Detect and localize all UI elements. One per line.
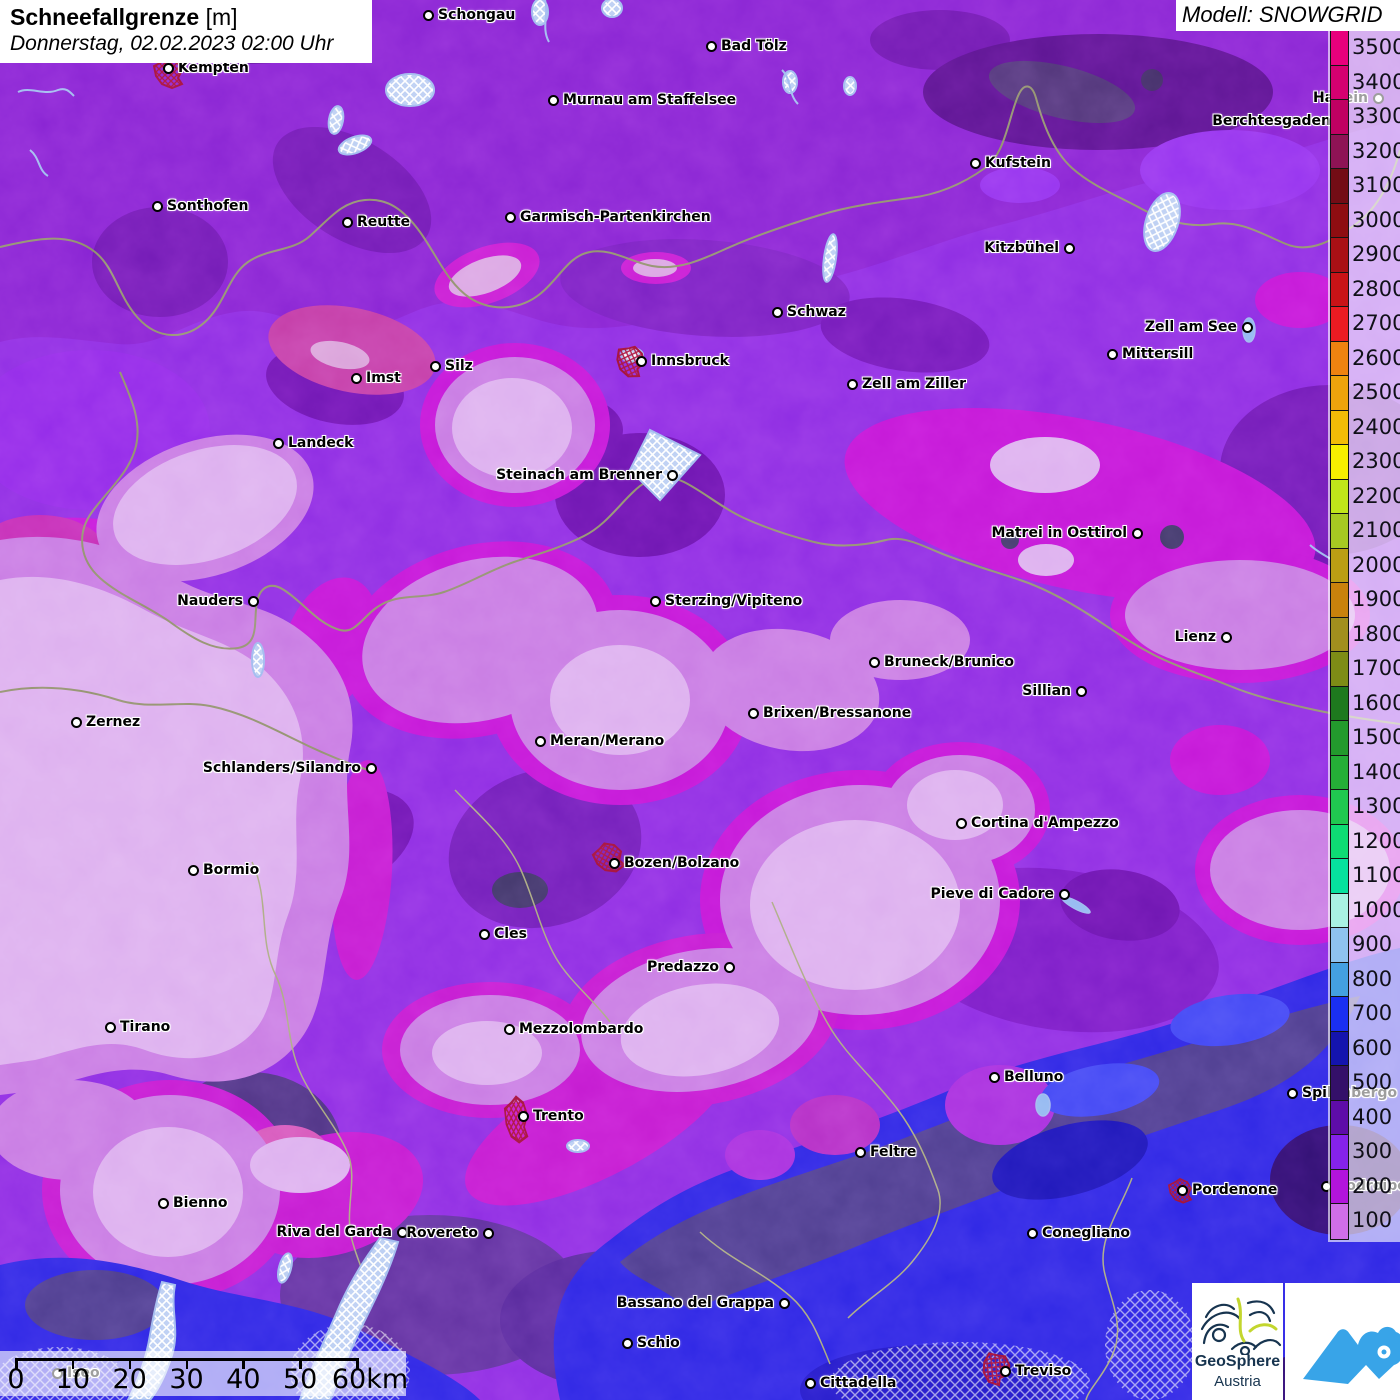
snowline-map (0, 0, 1400, 1400)
legend-tick-label: 1800 (1352, 621, 1400, 646)
legend-tick-label: 200 (1352, 1173, 1393, 1198)
weather-map-screenshot: Schongau Bad Tölz Kempten Murnau am Staffel… (0, 0, 1400, 1400)
map-title-text: Schneefallgrenze (10, 4, 200, 30)
partner-logo (1285, 1283, 1400, 1400)
legend-segment (1331, 514, 1348, 549)
legend-tick-label: 1600 (1352, 690, 1400, 715)
legend-tick-label: 600 (1352, 1035, 1393, 1060)
legend-segment (1331, 928, 1348, 963)
legend-segment (1331, 548, 1348, 583)
legend-tick-label: 3100 (1352, 173, 1400, 198)
legend-segment (1331, 1100, 1348, 1135)
legend-segment (1331, 445, 1348, 480)
legend-segment (1331, 238, 1348, 273)
legend-segment (1331, 997, 1348, 1032)
legend-tick-label: 2600 (1352, 345, 1400, 370)
geosphere-logo-line1: GeoSphere (1194, 1353, 1281, 1370)
legend-tick-label: 500 (1352, 1070, 1393, 1095)
geosphere-austria-logo: GeoSphere Austria (1192, 1283, 1283, 1400)
legend-segment (1331, 583, 1348, 618)
legend-segment (1331, 31, 1348, 66)
legend-segment (1331, 479, 1348, 514)
legend-segment (1331, 1135, 1348, 1170)
legend-tick-label: 2900 (1352, 242, 1400, 267)
legend-tick-label: 3000 (1352, 207, 1400, 232)
legend-tick-label: 3200 (1352, 138, 1400, 163)
legend-segment (1331, 721, 1348, 756)
legend-tick-label: 800 (1352, 966, 1393, 991)
geosphere-logo-text: GeoSphere Austria (1192, 1353, 1283, 1390)
legend-segment (1331, 1031, 1348, 1066)
geosphere-logo-line2: Austria (1214, 1373, 1261, 1390)
legend-segment (1331, 1169, 1348, 1204)
title-box: Schneefallgrenze [m] Donnerstag, 02.02.2… (0, 0, 372, 63)
legend-segment (1331, 203, 1348, 238)
legend-segment (1331, 790, 1348, 825)
legend-tick-label: 100 (1352, 1208, 1393, 1233)
legend-segment (1331, 65, 1348, 100)
legend-segment (1331, 169, 1348, 204)
legend-segment (1331, 376, 1348, 411)
legend-tick-label: 1500 (1352, 725, 1400, 750)
map-title: Schneefallgrenze [m] (10, 4, 362, 31)
legend-tick-label: 2100 (1352, 518, 1400, 543)
legend-segment (1331, 617, 1348, 652)
model-box: Modell: SNOWGRID (1176, 0, 1400, 31)
legend-segment (1331, 824, 1348, 859)
legend-segment (1331, 859, 1348, 894)
legend-tick-label: 400 (1352, 1104, 1393, 1129)
legend-tick-label: 3500 (1352, 35, 1400, 60)
legend-segment (1331, 272, 1348, 307)
legend-tick-label: 2500 (1352, 380, 1400, 405)
legend-tick-label: 2800 (1352, 276, 1400, 301)
legend-segment (1331, 410, 1348, 445)
legend-tick-label: 1100 (1352, 863, 1400, 888)
legend-segment (1331, 652, 1348, 687)
legend-tick-label: 3300 (1352, 104, 1400, 129)
legend-segment (1331, 962, 1348, 997)
legend-color-bar (1330, 30, 1349, 1240)
legend-tick-label: 1000 (1352, 897, 1400, 922)
legend-tick-label: 1400 (1352, 759, 1400, 784)
map-title-unit: [m] (205, 4, 238, 30)
legend-tick-label: 2300 (1352, 449, 1400, 474)
legend-segment (1331, 686, 1348, 721)
legend-tick-label: 2200 (1352, 483, 1400, 508)
legend-segment (1331, 893, 1348, 928)
legend-segment (1331, 1066, 1348, 1101)
legend-tick-label: 700 (1352, 1001, 1393, 1026)
legend-tick-label: 2000 (1352, 552, 1400, 577)
legend-segment (1331, 134, 1348, 169)
legend-tick-label: 900 (1352, 932, 1393, 957)
legend-segment (1331, 341, 1348, 376)
legend-tick-label: 2700 (1352, 311, 1400, 336)
legend-segment (1331, 307, 1348, 342)
legend-tick-label: 1200 (1352, 828, 1400, 853)
legend-segment (1331, 100, 1348, 135)
geosphere-contours-icon (1200, 1297, 1282, 1357)
legend-segment (1331, 1204, 1348, 1239)
legend-tick-label: 1900 (1352, 587, 1400, 612)
relief-texture (0, 0, 1400, 1400)
mountain-cloud-icon (1303, 1326, 1400, 1384)
legend-tick-label: 1700 (1352, 656, 1400, 681)
legend-tick-label: 2400 (1352, 414, 1400, 439)
scale-label: 60km (331, 1364, 409, 1395)
map-datetime: Donnerstag, 02.02.2023 02:00 Uhr (10, 32, 334, 55)
legend-tick-label: 300 (1352, 1139, 1393, 1164)
legend-tick-label: 3400 (1352, 69, 1400, 94)
legend-tick-label: 1300 (1352, 794, 1400, 819)
legend-segment (1331, 755, 1348, 790)
scale-bar: 0 10 20 30 40 50 60km (0, 1351, 408, 1396)
